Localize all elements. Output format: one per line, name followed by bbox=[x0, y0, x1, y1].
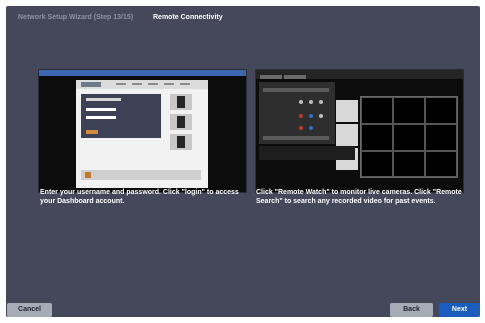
website-footer bbox=[81, 170, 201, 180]
control-panel bbox=[259, 82, 335, 144]
wizard-window: Network Setup Wizard (Step 13/15) Remote… bbox=[6, 6, 480, 317]
website-nav-item bbox=[164, 83, 174, 85]
website-header bbox=[76, 80, 208, 89]
login-panel bbox=[81, 94, 161, 138]
website-nav-item bbox=[148, 83, 158, 85]
control-row bbox=[263, 136, 329, 140]
camera-thumbnail bbox=[336, 100, 358, 122]
login-page-screenshot bbox=[38, 69, 247, 193]
control-dot bbox=[309, 126, 313, 130]
camera-cell bbox=[361, 97, 393, 124]
camera-cell bbox=[393, 97, 425, 124]
camera-cell bbox=[393, 151, 425, 177]
control-dot bbox=[299, 114, 303, 118]
camera-thumbnail bbox=[336, 124, 358, 146]
camera-cell bbox=[393, 124, 425, 151]
next-button[interactable]: Next bbox=[439, 303, 480, 317]
website-nav-item bbox=[180, 83, 190, 85]
app-toolbar bbox=[256, 70, 463, 79]
control-row bbox=[263, 88, 329, 92]
product-image bbox=[170, 134, 192, 150]
title-bar: Network Setup Wizard (Step 13/15) Remote… bbox=[6, 6, 480, 30]
control-dot bbox=[299, 126, 303, 130]
control-dot bbox=[299, 100, 303, 104]
remote-search-tab bbox=[284, 75, 306, 79]
back-button[interactable]: Back bbox=[390, 303, 433, 317]
cancel-button[interactable]: Cancel bbox=[7, 303, 52, 317]
login-instructions: Enter your username and password. Click … bbox=[40, 189, 239, 205]
website-nav-item bbox=[116, 83, 126, 85]
password-field bbox=[86, 116, 116, 119]
login-button bbox=[86, 130, 98, 134]
camera-cell bbox=[425, 151, 457, 177]
status-area bbox=[259, 146, 355, 160]
website-logo bbox=[81, 82, 101, 87]
remote-watch-screenshot bbox=[255, 69, 464, 193]
product-image bbox=[170, 114, 192, 130]
control-dot bbox=[319, 100, 323, 104]
camera-cell bbox=[425, 97, 457, 124]
website-nav-item bbox=[132, 83, 142, 85]
remote-watch-tab bbox=[260, 75, 282, 79]
page-title: Remote Connectivity bbox=[153, 14, 223, 21]
product-image bbox=[170, 94, 192, 110]
camera-cell bbox=[425, 124, 457, 151]
username-field bbox=[86, 108, 116, 111]
wizard-step-title: Network Setup Wizard (Step 13/15) bbox=[18, 14, 134, 21]
camera-cell bbox=[361, 124, 393, 151]
camera-grid bbox=[360, 96, 458, 178]
camera-cell bbox=[361, 151, 393, 177]
remote-watch-instructions: Click "Remote Watch" to monitor live cam… bbox=[256, 189, 462, 205]
login-heading bbox=[86, 98, 121, 101]
control-dot bbox=[309, 114, 313, 118]
browser-toolbar bbox=[39, 70, 246, 76]
website-page bbox=[76, 80, 208, 188]
control-dot bbox=[319, 114, 323, 118]
control-dot bbox=[309, 100, 313, 104]
